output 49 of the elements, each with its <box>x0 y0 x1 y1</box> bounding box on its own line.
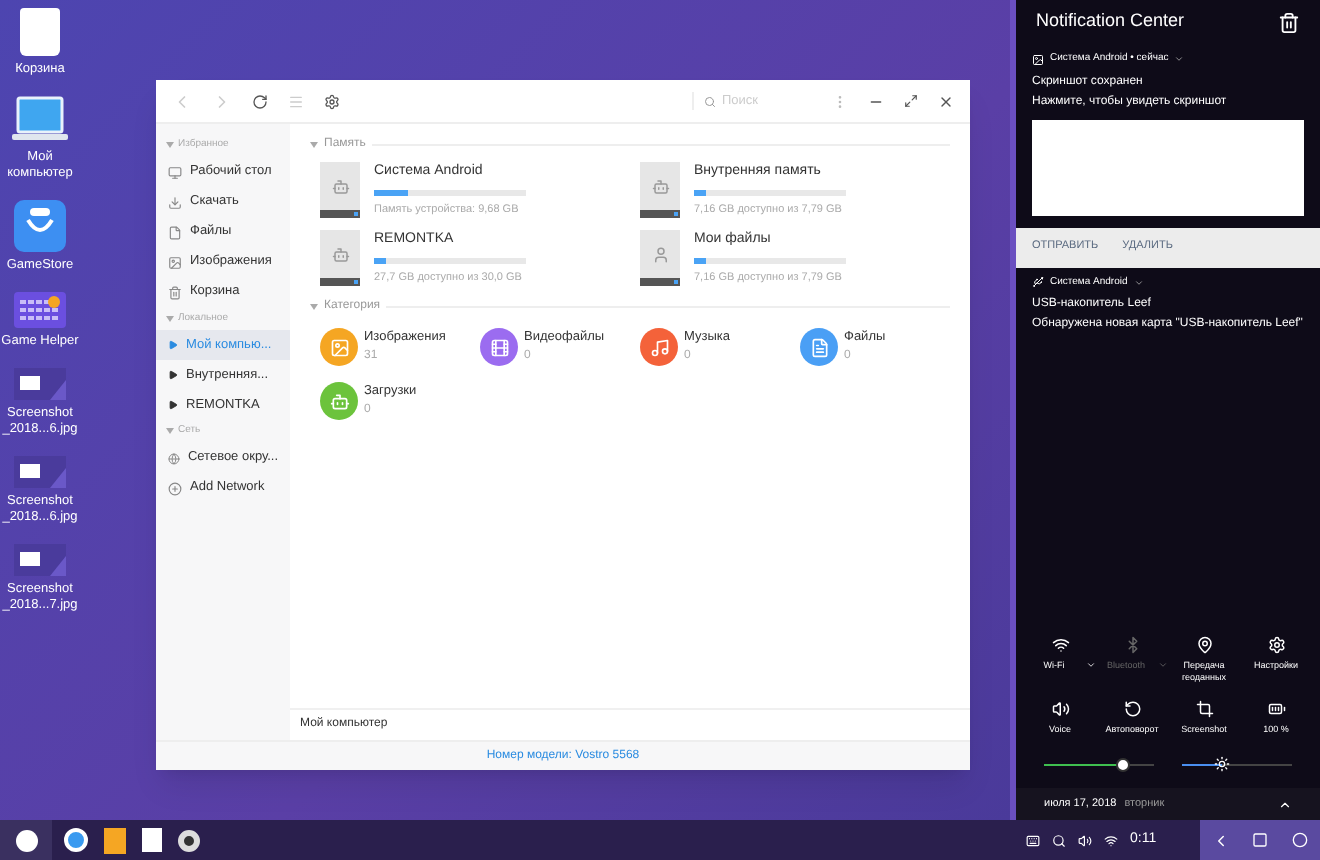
location-pin-icon <box>1195 636 1213 654</box>
home-icon[interactable] <box>1292 832 1309 848</box>
search-icon[interactable] <box>1052 833 1066 847</box>
keyboard-icon <box>14 292 66 328</box>
sidebar-item-icon <box>168 481 182 495</box>
speaker-icon <box>1051 700 1069 718</box>
maximize-icon[interactable] <box>904 94 918 108</box>
android-drive-icon <box>320 230 360 286</box>
sun-icon[interactable] <box>1214 756 1231 772</box>
expand-triangle-icon[interactable] <box>168 370 178 380</box>
wifi-icon[interactable] <box>1104 833 1118 847</box>
expand-triangle-icon[interactable] <box>168 400 178 410</box>
android-drive-icon <box>320 162 360 218</box>
image-file-icon <box>14 368 66 400</box>
rotate-icon <box>1123 700 1141 718</box>
usb-icon <box>1032 276 1044 289</box>
panel-title: Notification Center <box>1036 8 1185 35</box>
sidebar-item-icon <box>168 255 182 269</box>
caret-icon[interactable] <box>1174 54 1185 65</box>
battery-icon <box>1267 700 1285 718</box>
collapse-icon[interactable] <box>1278 797 1292 811</box>
clear-all-icon[interactable] <box>1278 11 1300 33</box>
user-drive-icon <box>640 230 680 286</box>
keyboard-icon[interactable] <box>1026 833 1040 847</box>
start-button[interactable] <box>0 820 52 860</box>
sidebar-item-icon <box>168 451 180 465</box>
close-icon[interactable] <box>938 93 954 109</box>
volume-slider[interactable] <box>1044 756 1154 772</box>
recents-icon[interactable] <box>1252 832 1269 848</box>
image-file-icon <box>14 456 66 488</box>
settings-icon <box>1267 636 1285 654</box>
caret-icon[interactable] <box>1133 277 1144 288</box>
brightness-slider[interactable] <box>1182 756 1292 772</box>
settings-icon[interactable] <box>324 93 340 109</box>
sidebar-item-icon <box>168 225 182 239</box>
image-icon <box>1032 53 1044 66</box>
crop-icon <box>1195 700 1213 718</box>
search-icon <box>704 95 716 107</box>
refresh-icon[interactable] <box>252 93 268 109</box>
sidebar-item-icon <box>168 285 182 299</box>
shopping-bag-icon <box>14 200 66 252</box>
image-file-icon <box>14 544 66 576</box>
wifi-icon <box>1051 636 1069 654</box>
android-drive-icon <box>640 162 680 218</box>
volume-icon[interactable] <box>1078 833 1092 847</box>
bluetooth-icon <box>1123 636 1141 654</box>
sidebar-item-icon <box>168 195 182 209</box>
laptop-icon <box>10 96 70 144</box>
sidebar-item-icon <box>168 165 182 179</box>
